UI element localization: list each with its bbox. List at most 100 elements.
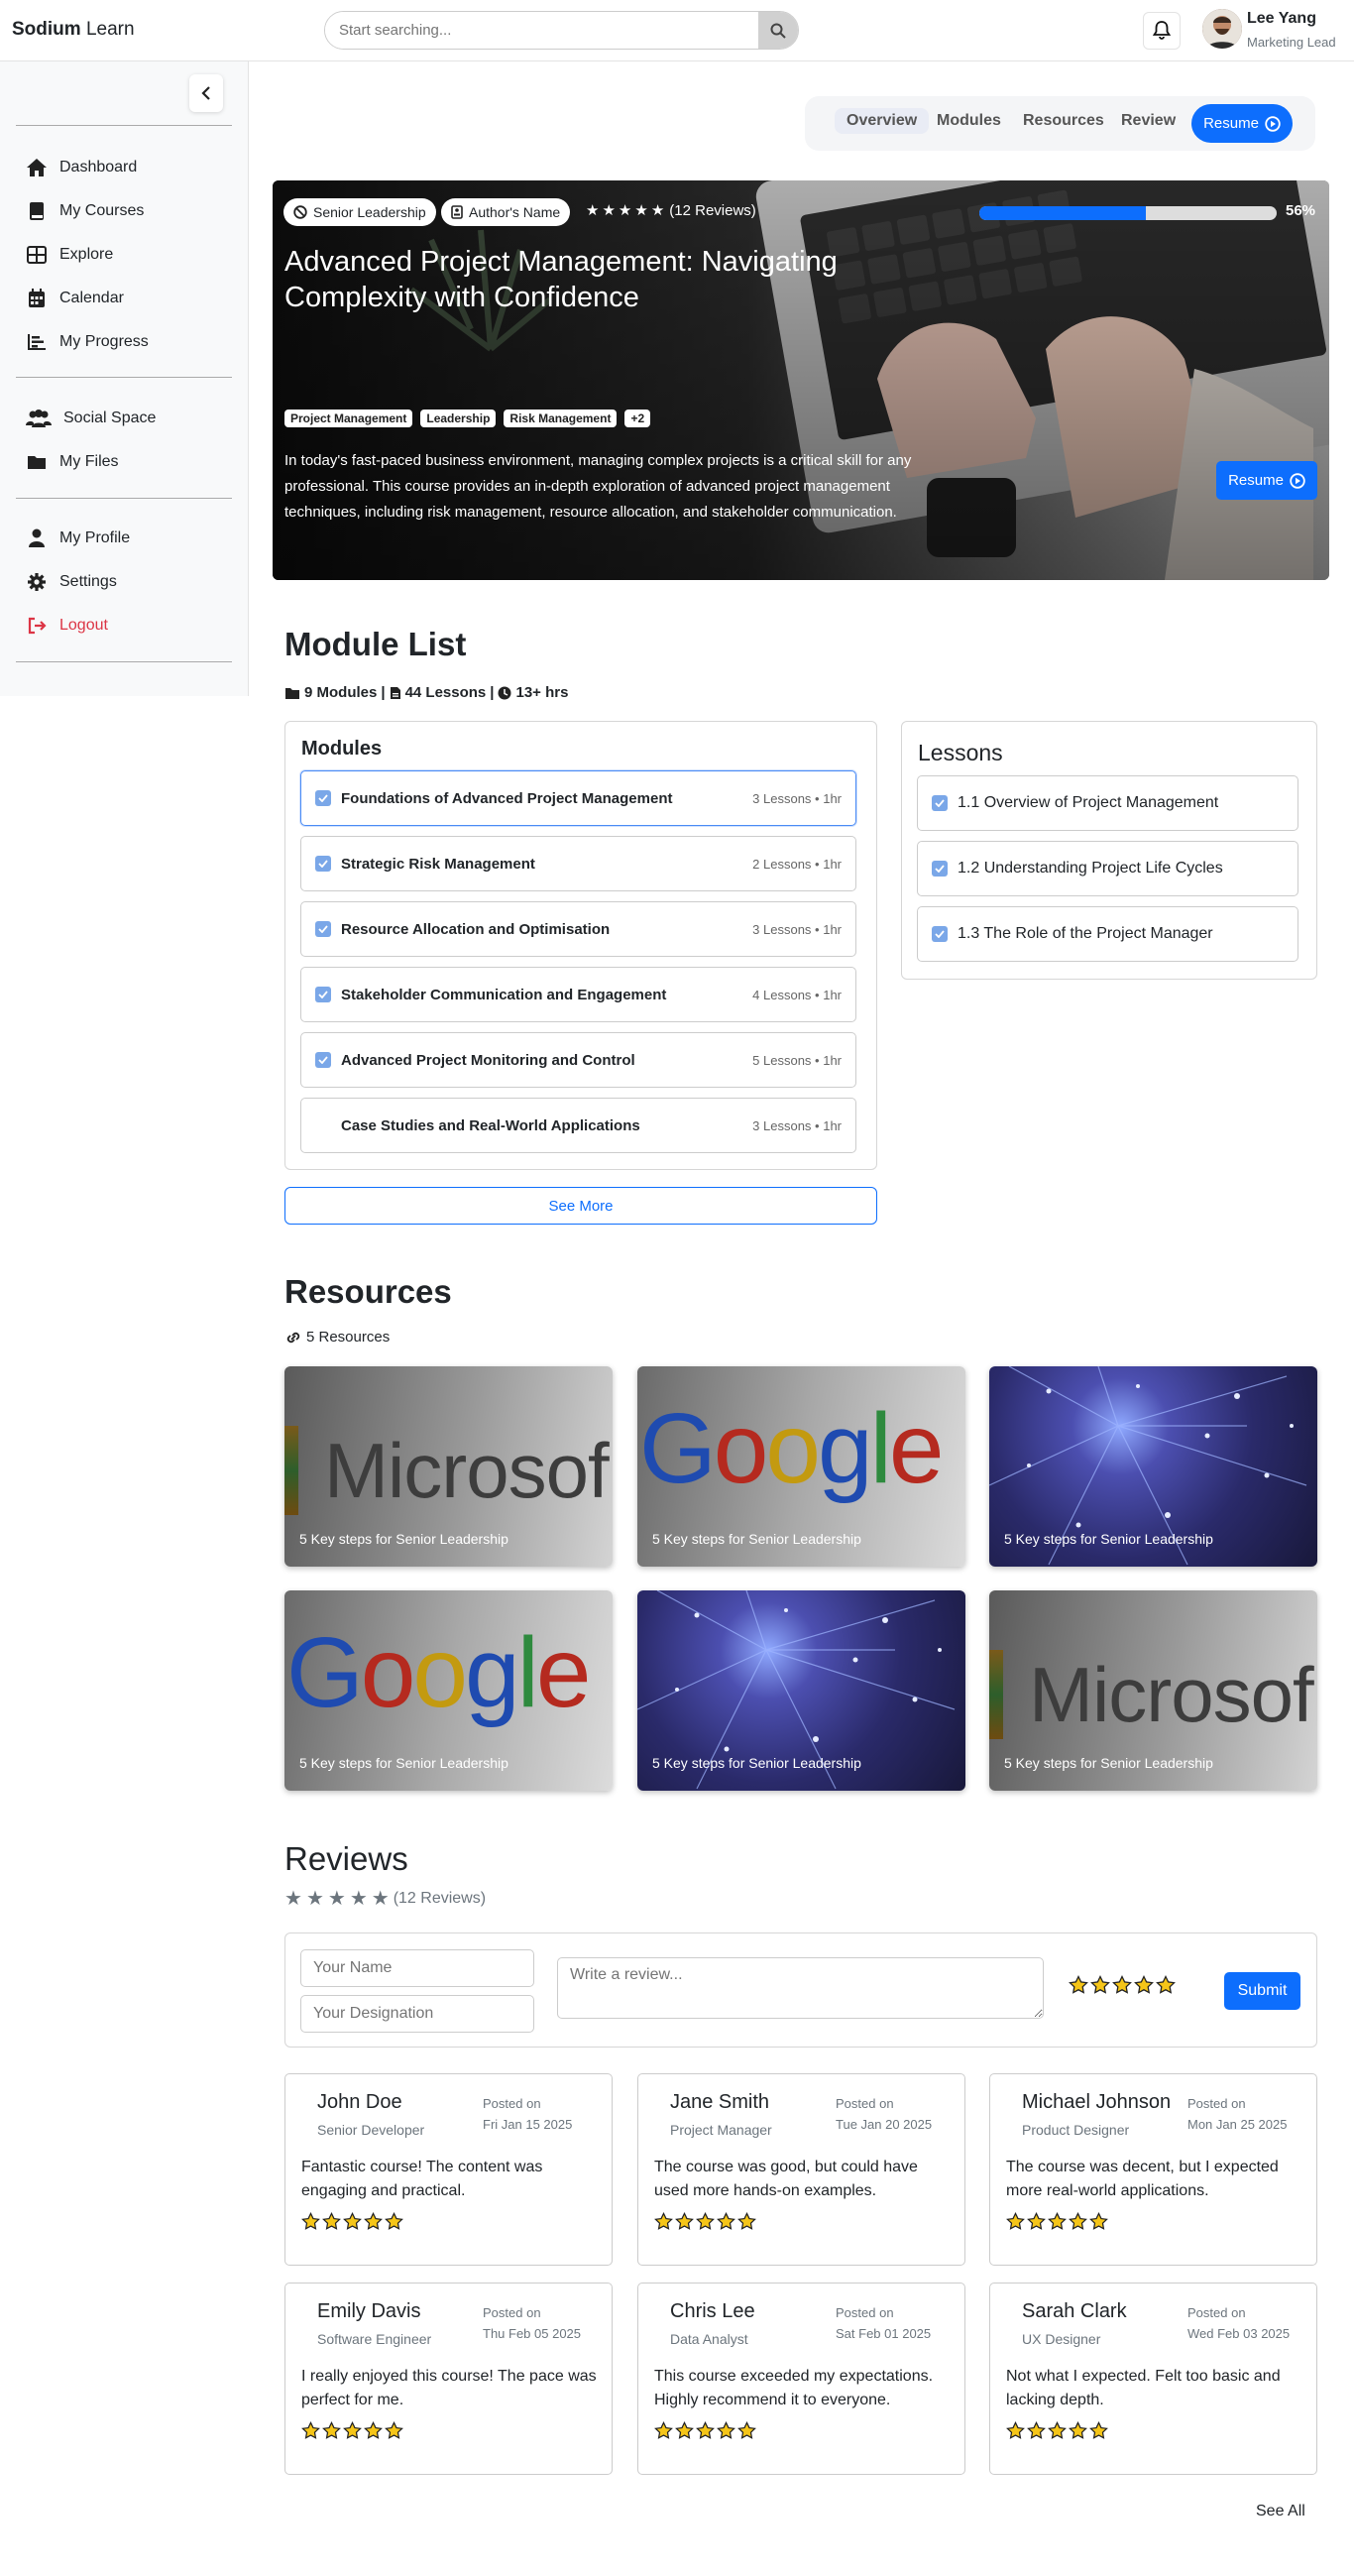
search-input[interactable]: [325, 12, 751, 49]
resource-label: 5 Key steps for Senior Leadership: [299, 1531, 508, 1547]
category-chip[interactable]: Senior Leadership: [283, 198, 436, 226]
check-icon: [315, 987, 331, 1002]
resource-card[interactable]: 5 Key steps for Senior Leadership: [989, 1366, 1317, 1567]
review-stars: [301, 2421, 403, 2440]
lesson-item[interactable]: 1.1 Overview of Project Management: [917, 775, 1298, 831]
tab-resources[interactable]: Resources: [1023, 112, 1104, 130]
resume-label: Resume: [1203, 115, 1259, 132]
see-more-button[interactable]: See More: [284, 1187, 877, 1225]
sidebar-item-my-courses[interactable]: My Courses: [26, 199, 144, 223]
resource-label: 5 Key steps for Senior Leadership: [299, 1755, 508, 1771]
course-tag[interactable]: Leadership: [420, 410, 497, 427]
notification-button[interactable]: [1143, 12, 1181, 50]
module-item[interactable]: Stakeholder Communication and Engagement…: [300, 967, 856, 1022]
sidebar-item-logout[interactable]: Logout: [26, 614, 108, 638]
star-icon: [301, 2421, 320, 2439]
review-text: The course was decent, but I expected mo…: [1006, 2159, 1279, 2199]
star-icon: [1027, 2212, 1046, 2230]
reviewer-designation-input[interactable]: [300, 1995, 534, 2033]
microsoft-logo-icon: [284, 1426, 298, 1515]
star-icon: [385, 2421, 403, 2439]
module-count: 9 Modules: [304, 684, 378, 701]
star-icon: [675, 2421, 694, 2439]
star-icon: [1048, 2421, 1067, 2439]
sidebar-item-my-profile[interactable]: My Profile: [26, 527, 130, 550]
review-card: Sarah Clark UX Designer Posted on Wed Feb 0…: [989, 2283, 1317, 2475]
star-outline-icon[interactable]: [1090, 1975, 1110, 1995]
brand-logo[interactable]: Sodium Learn: [12, 19, 135, 41]
module-title: Strategic Risk Management: [341, 855, 535, 873]
module-meta: 9 Modules | 44 Lessons | 13+ hrs: [284, 684, 568, 701]
review-stars: [301, 2212, 403, 2231]
tab-overview[interactable]: Overview: [835, 108, 930, 134]
star-icon: [1006, 2212, 1025, 2230]
course-title: Advanced Project Management: Navigating …: [284, 246, 838, 313]
module-item[interactable]: Strategic Risk Management 2 Lessons • 1h…: [300, 836, 856, 891]
course-tag-more[interactable]: +2: [624, 410, 651, 427]
module-item[interactable]: Case Studies and Real-World Applications…: [300, 1098, 856, 1153]
review-text-input[interactable]: [557, 1957, 1044, 2019]
module-lesson-count: 4 Lessons • 1hr: [752, 987, 842, 1002]
module-item[interactable]: Resource Allocation and Optimisation 3 L…: [300, 901, 856, 957]
star-icon: [696, 2421, 715, 2439]
resource-card[interactable]: Microsof 5 Key steps for Senior Leadersh…: [989, 1590, 1317, 1791]
resource-card[interactable]: 5 Key steps for Senior Leadership: [637, 1590, 965, 1791]
lesson-count: 44 Lessons: [404, 684, 487, 701]
star-icon: ★: [371, 1888, 390, 1910]
resume-button[interactable]: Resume: [1191, 104, 1293, 143]
lesson-item[interactable]: 1.3 The Role of the Project Manager: [917, 906, 1298, 962]
review-date: Thu Feb 05 2025: [483, 2326, 582, 2341]
module-item[interactable]: Advanced Project Monitoring and Control …: [300, 1032, 856, 1088]
unchecked-icon: [315, 1117, 331, 1133]
sidebar-item-label: My Courses: [59, 202, 145, 219]
sidebar-item-settings[interactable]: Settings: [26, 570, 117, 594]
sidebar-item-calendar[interactable]: Calendar: [26, 287, 124, 310]
google-logo-icon: Google: [286, 1617, 591, 1728]
sidebar-collapse-button[interactable]: [189, 74, 223, 112]
lesson-item[interactable]: 1.2 Understanding Project Life Cycles: [917, 841, 1298, 896]
resource-card[interactable]: Microsof 5 Key steps for Senior Leadersh…: [284, 1366, 613, 1567]
author-chip[interactable]: Author's Name: [441, 198, 571, 226]
star-outline-icon[interactable]: [1156, 1975, 1176, 1995]
posted-on-label: Posted on: [836, 2305, 894, 2320]
module-title: Advanced Project Monitoring and Control: [341, 1051, 635, 1069]
reviewer-name: John Doe: [317, 2091, 402, 2113]
sidebar-item-my-files[interactable]: My Files: [26, 450, 119, 474]
lesson-title: 1.1 Overview of Project Management: [958, 794, 1219, 811]
check-icon: [932, 795, 948, 811]
star-icon: [322, 2212, 341, 2230]
search-icon: [770, 23, 786, 39]
resource-card[interactable]: Google 5 Key steps for Senior Leadership: [637, 1366, 965, 1567]
star-icon: [737, 2212, 756, 2230]
hero-resume-button[interactable]: Resume: [1216, 461, 1317, 500]
star-icon: [654, 2212, 673, 2230]
reviewer-designation: UX Designer: [1022, 2331, 1101, 2347]
review-date: Mon Jan 25 2025: [1187, 2117, 1288, 2132]
rating-input[interactable]: [1069, 1975, 1176, 1995]
sidebar-item-social-space[interactable]: Social Space: [26, 407, 156, 430]
check-icon: [932, 861, 948, 877]
star-icon: [322, 2421, 341, 2439]
tab-modules[interactable]: Modules: [937, 112, 1001, 130]
link-icon: [286, 1332, 300, 1343]
sidebar-item-my-progress[interactable]: My Progress: [26, 330, 149, 354]
sidebar-item-dashboard[interactable]: Dashboard: [26, 156, 137, 179]
course-tag[interactable]: Project Management: [284, 410, 413, 427]
tab-review[interactable]: Review: [1121, 112, 1176, 130]
module-item[interactable]: Foundations of Advanced Project Manageme…: [300, 770, 856, 826]
see-all-reviews-link[interactable]: See All: [1256, 2503, 1305, 2520]
submit-review-button[interactable]: Submit: [1224, 1972, 1300, 2010]
course-tag[interactable]: Risk Management: [504, 410, 618, 427]
star-outline-icon[interactable]: [1069, 1975, 1088, 1995]
sidebar-item-explore[interactable]: Explore: [26, 243, 113, 267]
calendar-icon: [29, 289, 45, 307]
resource-card[interactable]: Google 5 Key steps for Senior Leadership: [284, 1590, 613, 1791]
search-button[interactable]: [758, 12, 798, 49]
review-date: Wed Feb 03 2025: [1187, 2326, 1291, 2341]
star-outline-icon[interactable]: [1112, 1975, 1132, 1995]
sidebar-item-label: My Files: [59, 453, 119, 470]
avatar[interactable]: [1202, 9, 1242, 49]
reviewer-name-input[interactable]: [300, 1949, 534, 1987]
star-outline-icon[interactable]: [1134, 1975, 1154, 1995]
review-stars: [1006, 2421, 1108, 2440]
